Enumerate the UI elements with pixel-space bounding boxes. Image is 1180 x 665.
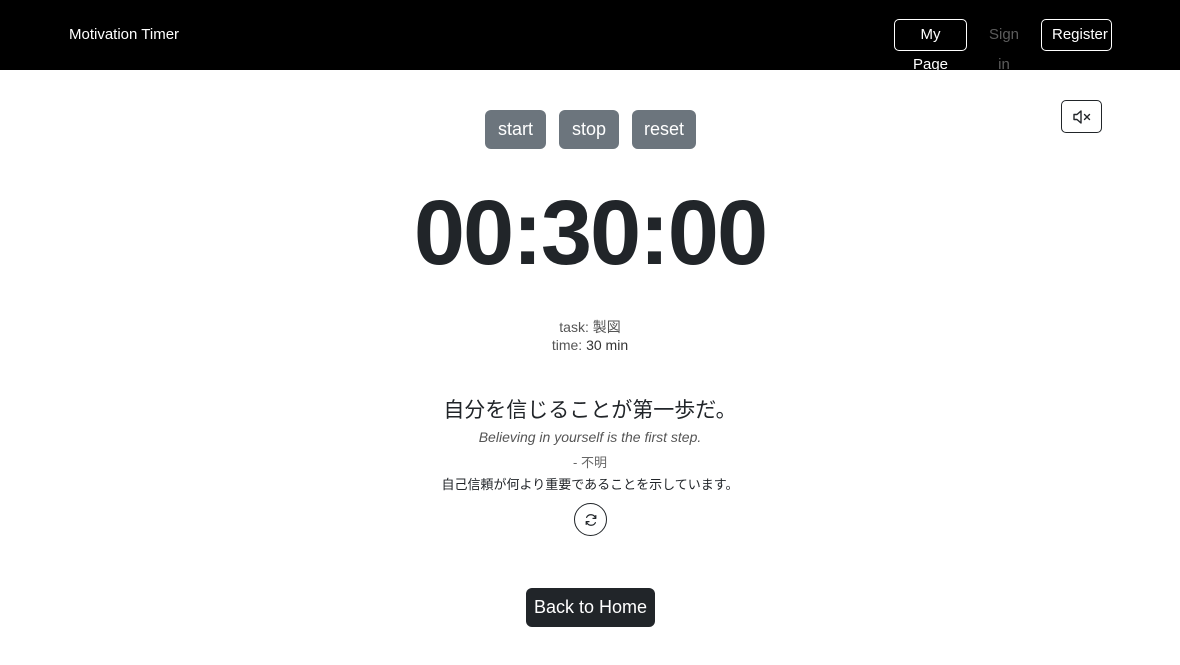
navbar: Motivation Timer My Page Sign in Registe…	[0, 0, 1180, 73]
task-name: 製図	[592, 319, 621, 335]
time-info: time: 30 min	[0, 337, 1180, 353]
time-label: time:	[551, 337, 583, 353]
timer-display: 00:30:00	[413, 182, 768, 284]
refresh-icon	[585, 513, 596, 526]
sign-in-button[interactable]: Sign in	[976, 19, 1032, 73]
register-button[interactable]: Register	[1041, 19, 1112, 51]
quote-english: Believing in yourself is the first step.	[478, 429, 702, 445]
refresh-quote-button[interactable]	[574, 503, 607, 536]
time-value: 30 min	[586, 337, 629, 353]
quote-author: - 不明	[573, 455, 607, 470]
my-page-button[interactable]: My Page	[894, 19, 967, 73]
stop-button[interactable]: stop	[559, 110, 619, 149]
reset-button[interactable]: reset	[632, 110, 696, 149]
task-info: task: 製図	[0, 317, 1180, 337]
volume-mute-icon	[1072, 109, 1090, 124]
quote-description: 自己信頼が何より重要であることを示しています。	[441, 477, 739, 492]
mute-toggle-button[interactable]	[1061, 100, 1102, 133]
task-label: task:	[559, 319, 589, 335]
brand-link[interactable]: Motivation Timer	[69, 26, 179, 44]
start-button[interactable]: start	[485, 110, 546, 149]
quote-japanese: 自分を信じることが第一歩だ。	[443, 398, 737, 422]
back-to-home-button[interactable]: Back to Home	[526, 588, 655, 627]
